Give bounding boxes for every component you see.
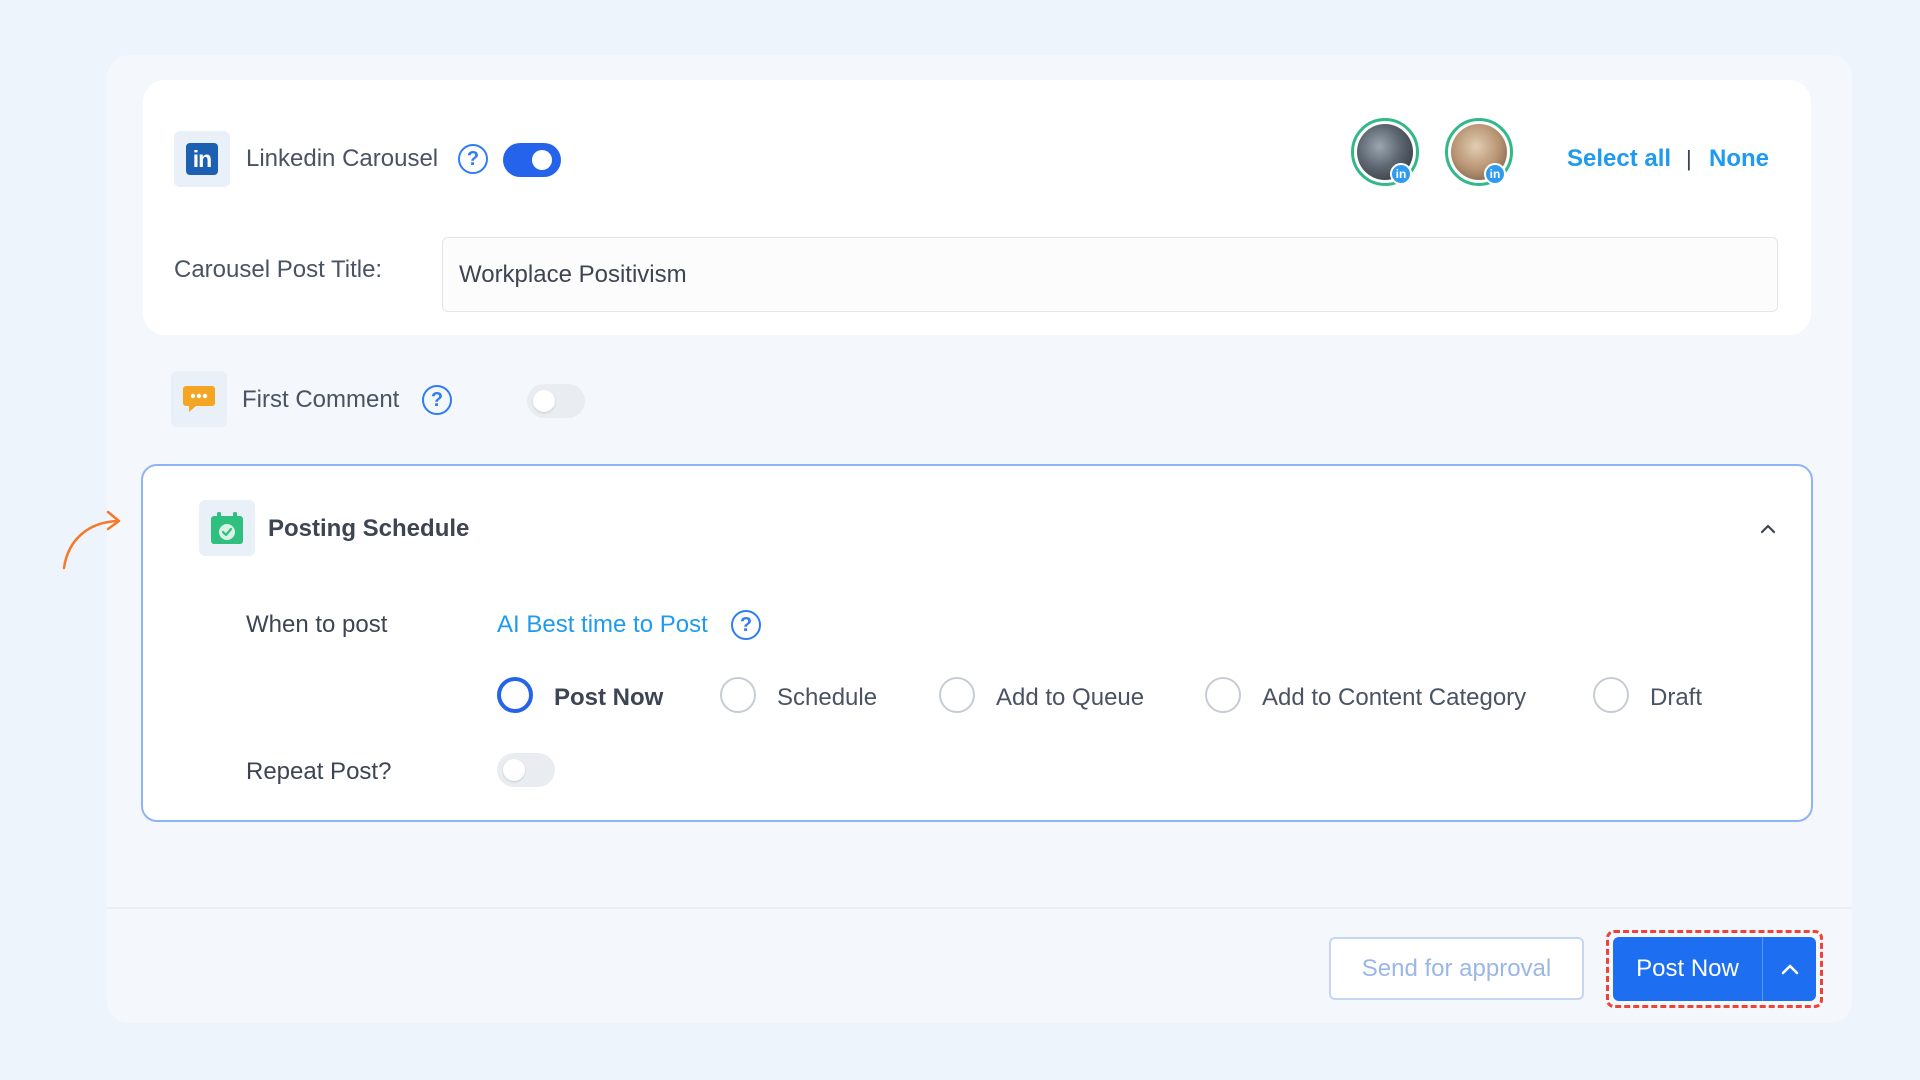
- comment-bubble-icon: [183, 386, 215, 412]
- post-options-dropdown[interactable]: [1763, 937, 1816, 1001]
- linkedin-badge-icon: in: [1484, 163, 1506, 185]
- first-comment-help-icon[interactable]: ?: [422, 385, 452, 415]
- radio-label-schedule[interactable]: Schedule: [777, 684, 877, 712]
- post-title-label: Carousel Post Title:: [174, 256, 383, 283]
- radio-draft[interactable]: [1593, 677, 1629, 713]
- first-comment-icon-tile: [171, 371, 227, 427]
- linkedin-logo: in: [186, 143, 218, 175]
- radio-post-now[interactable]: [497, 677, 533, 713]
- linkedin-badge-icon: in: [1390, 163, 1412, 185]
- radio-label-add-to-content-category[interactable]: Add to Content Category: [1262, 684, 1526, 712]
- send-for-approval-button[interactable]: Send for approval: [1329, 937, 1584, 1000]
- radio-label-draft[interactable]: Draft: [1650, 684, 1702, 712]
- radio-schedule[interactable]: [720, 677, 756, 713]
- radio-add-to-queue[interactable]: [939, 677, 975, 713]
- repeat-post-label: Repeat Post?: [246, 758, 392, 785]
- pointer-arrow-icon: [62, 510, 121, 570]
- linkedin-carousel-toggle[interactable]: [503, 143, 561, 177]
- chevron-up-icon[interactable]: [1760, 521, 1776, 537]
- link-separator: |: [1686, 146, 1692, 171]
- linkedin-icon: in: [174, 131, 230, 187]
- schedule-icon-tile: [199, 500, 255, 556]
- footer-divider: [107, 907, 1852, 909]
- select-all-link[interactable]: Select all: [1567, 145, 1671, 173]
- repeat-post-toggle[interactable]: [497, 753, 555, 787]
- post-now-button[interactable]: Post Now: [1613, 937, 1763, 1001]
- account-avatar-1[interactable]: in: [1351, 118, 1419, 186]
- chevron-up-icon: [1781, 964, 1798, 975]
- linkedin-help-icon[interactable]: ?: [458, 144, 488, 174]
- first-comment-label: First Comment: [242, 386, 400, 413]
- when-to-post-label: When to post: [246, 611, 388, 638]
- ai-best-time-link[interactable]: AI Best time to Post: [497, 611, 708, 639]
- radio-label-post-now[interactable]: Post Now: [554, 684, 663, 712]
- posting-schedule-title: Posting Schedule: [268, 515, 470, 542]
- account-avatar-2[interactable]: in: [1445, 118, 1513, 186]
- radio-label-add-to-queue[interactable]: Add to Queue: [996, 684, 1144, 712]
- post-title-input[interactable]: [442, 237, 1778, 312]
- post-now-split-button: Post Now: [1613, 937, 1816, 1001]
- ai-best-time-help-icon[interactable]: ?: [731, 610, 761, 640]
- linkedin-carousel-title: Linkedin Carousel: [246, 145, 439, 172]
- select-none-link[interactable]: None: [1709, 145, 1769, 173]
- first-comment-toggle[interactable]: [527, 384, 585, 418]
- radio-add-to-content-category[interactable]: [1205, 677, 1241, 713]
- calendar-check-icon: [211, 512, 243, 544]
